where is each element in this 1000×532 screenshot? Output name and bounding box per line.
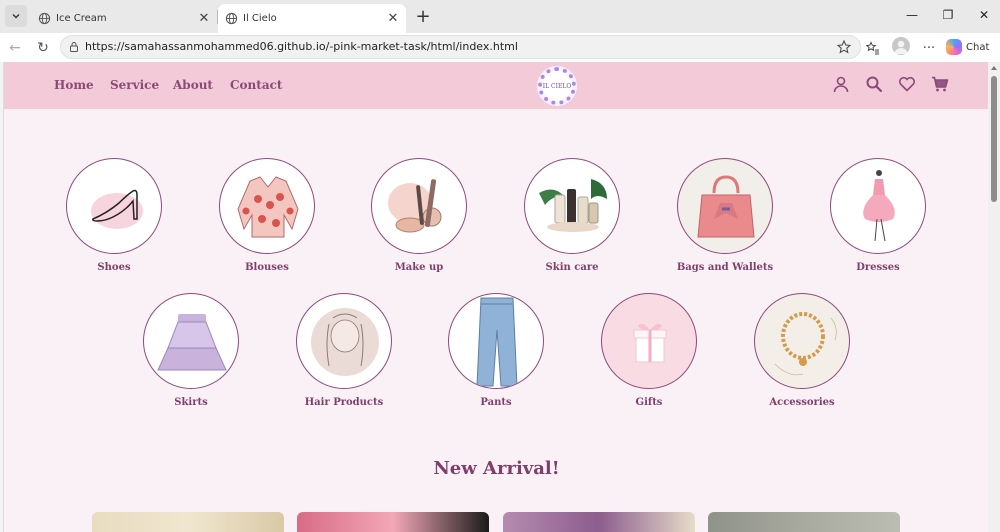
tab-actions-menu[interactable] <box>5 5 27 27</box>
bags-image <box>677 158 773 254</box>
browser-toolbar: ← ↻ https://samahassanmohammed06.github.… <box>0 33 1000 62</box>
profile-avatar[interactable] <box>892 37 910 55</box>
hair-products-image <box>296 293 392 389</box>
nav-home[interactable]: Home <box>54 78 94 92</box>
category-label: Hair Products <box>304 397 384 408</box>
cart-icon[interactable] <box>931 75 949 93</box>
tab-label: Ice Cream <box>56 13 107 24</box>
tab-il-cielo[interactable]: Il Cielo ✕ <box>218 4 406 33</box>
page-scrollbar[interactable] <box>988 62 1000 532</box>
category-label: Accessories <box>769 397 835 408</box>
chat-label: Chat <box>966 41 990 53</box>
category-label: Dresses <box>856 262 900 273</box>
search-icon[interactable] <box>865 75 883 93</box>
tab-strip: Ice Cream ✕ Il Cielo ✕ + — ❐ ✕ <box>0 0 1000 33</box>
blouses-image <box>219 158 315 254</box>
more-menu-button[interactable]: ··· <box>918 37 940 59</box>
person-icon <box>894 40 908 54</box>
close-icon[interactable]: ✕ <box>195 10 213 28</box>
globe-icon <box>224 12 238 26</box>
product-card[interactable] <box>297 512 489 532</box>
skin-care-image <box>524 158 620 254</box>
back-arrow-icon: ← <box>9 40 21 56</box>
tab-label: Il Cielo <box>243 13 277 24</box>
product-card[interactable] <box>708 512 900 532</box>
tab-ice-cream[interactable]: Ice Cream ✕ <box>31 4 217 33</box>
copilot-chat-button[interactable]: Chat <box>946 37 989 57</box>
category-label: Skirts <box>174 397 208 408</box>
pants-image <box>448 293 544 389</box>
more-dots-icon: ··· <box>922 40 936 56</box>
category-label: Blouses <box>245 262 289 273</box>
user-icon[interactable] <box>832 75 850 93</box>
product-card[interactable] <box>503 512 695 532</box>
restore-icon: ❐ <box>942 8 954 22</box>
minimize-icon: — <box>906 8 918 22</box>
url-text: https://samahassanmohammed06.github.io/-… <box>85 40 518 53</box>
globe-icon <box>37 12 51 26</box>
back-button[interactable]: ← <box>4 37 26 59</box>
category-label: Shoes <box>97 262 131 273</box>
reload-icon: ↻ <box>37 40 49 56</box>
new-tab-button[interactable]: + <box>412 5 434 27</box>
nav-about[interactable]: About <box>173 78 213 92</box>
logo-text: IL CIELO <box>542 82 572 90</box>
category-label: Make up <box>394 262 444 273</box>
restore-button[interactable]: ❐ <box>934 4 962 26</box>
skirts-image <box>143 293 239 389</box>
category-label: Bags and Wallets <box>676 262 774 273</box>
scroll-up-arrow-icon[interactable] <box>991 66 997 70</box>
minimize-button[interactable]: — <box>898 4 926 26</box>
close-icon: ✕ <box>978 8 990 22</box>
chevron-down-icon <box>12 14 20 19</box>
address-bar[interactable]: https://samahassanmohammed06.github.io/-… <box>60 35 861 59</box>
gifts-image <box>601 293 697 389</box>
accessories-image <box>754 293 850 389</box>
category-label: Skin care <box>545 262 599 273</box>
copilot-icon <box>946 39 962 55</box>
shoes-image <box>66 158 162 254</box>
favorite-star-icon[interactable] <box>836 39 852 55</box>
page-viewport: Home Service About Contact IL CIELO Shoe… <box>3 62 988 532</box>
section-title: New Arrival! <box>433 458 560 479</box>
reload-button[interactable]: ↻ <box>32 37 54 59</box>
plus-icon: + <box>415 5 431 27</box>
site-logo[interactable]: IL CIELO <box>537 66 577 106</box>
dresses-image <box>830 158 926 254</box>
favorites-button[interactable] <box>862 37 884 59</box>
make-up-image <box>371 158 467 254</box>
favorites-list-icon <box>866 41 879 55</box>
heart-icon[interactable] <box>898 75 916 93</box>
close-icon[interactable]: ✕ <box>384 10 402 28</box>
scroll-thumb[interactable] <box>991 76 997 202</box>
category-label: Pants <box>480 397 512 408</box>
site-header: Home Service About Contact IL CIELO <box>4 62 988 109</box>
product-card[interactable] <box>92 512 284 532</box>
site-info-icon[interactable] <box>68 41 80 53</box>
category-label: Gifts <box>635 397 663 408</box>
close-window-button[interactable]: ✕ <box>970 4 998 26</box>
nav-contact[interactable]: Contact <box>230 78 282 92</box>
nav-service[interactable]: Service <box>110 78 159 92</box>
